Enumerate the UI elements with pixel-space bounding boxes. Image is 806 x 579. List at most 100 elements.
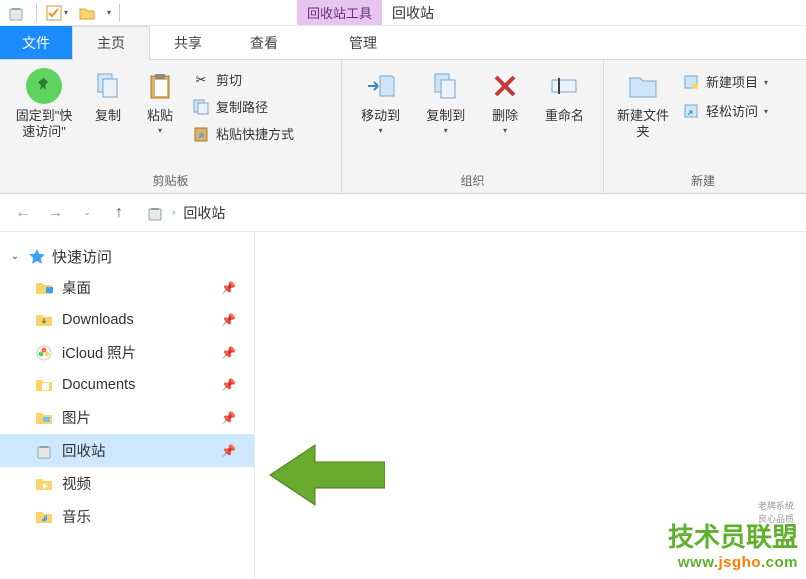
paste-shortcut-button[interactable]: 粘贴快捷方式 <box>188 122 298 145</box>
move-to-button[interactable]: 移动到 ▾ <box>350 64 411 139</box>
chevron-down-icon: ▾ <box>158 126 162 135</box>
checkbox-icon <box>46 5 62 21</box>
pin-label: 固定到"快速访问" <box>10 108 78 140</box>
pin-icon: 📌 <box>221 313 236 327</box>
chevron-down-icon: ▾ <box>503 126 507 135</box>
paste-label: 粘贴 <box>147 108 173 124</box>
quick-access-label: 快速访问 <box>52 246 112 267</box>
breadcrumb[interactable]: › 回收站 <box>146 203 225 223</box>
up-button[interactable]: ↑ <box>108 202 130 224</box>
forward-button[interactable]: → <box>44 202 66 224</box>
qat-customize-dropdown[interactable]: ▾ <box>107 8 111 17</box>
recycle-bin-icon <box>8 5 24 21</box>
chevron-down-icon: ▾ <box>764 78 768 87</box>
recent-dropdown[interactable]: ⌄ <box>76 202 98 224</box>
new-item-icon <box>683 74 699 90</box>
chevron-down-icon: ▾ <box>764 107 768 116</box>
tab-manage[interactable]: 管理 <box>325 26 401 59</box>
tab-home[interactable]: 主页 <box>72 26 150 60</box>
star-icon <box>28 248 46 266</box>
breadcrumb-location[interactable]: 回收站 <box>183 203 225 223</box>
sidebar-item-label: 回收站 <box>62 440 246 461</box>
ribbon: 固定到"快速访问" 复制 粘贴 ▾ ✂ 剪切 复制路径 <box>0 60 806 194</box>
rename-button[interactable]: 重命名 <box>534 64 595 128</box>
sidebar-item-label: Documents <box>62 377 246 393</box>
pin-icon: 📌 <box>221 444 236 458</box>
chevron-down-icon: ▾ <box>379 126 383 135</box>
sidebar-item-videos[interactable]: 视频 <box>0 467 254 500</box>
qat-properties[interactable]: ▾ <box>45 2 69 24</box>
paste-shortcut-label: 粘贴快捷方式 <box>216 124 294 143</box>
separator <box>36 4 37 22</box>
tab-share[interactable]: 共享 <box>150 26 226 59</box>
sidebar-item-desktop[interactable]: 桌面 📌 <box>0 271 254 304</box>
new-folder-button[interactable]: 新建文件夹 <box>612 64 674 144</box>
folder-icon <box>35 475 53 493</box>
rename-icon <box>550 72 578 100</box>
copy-path-button[interactable]: 复制路径 <box>188 95 298 118</box>
delete-label: 删除 <box>492 108 518 124</box>
cut-button[interactable]: ✂ 剪切 <box>188 68 298 91</box>
scissors-icon: ✂ <box>192 71 210 89</box>
sidebar-item-downloads[interactable]: Downloads 📌 <box>0 304 254 336</box>
recycle-bin-icon <box>35 442 53 460</box>
rename-label: 重命名 <box>545 108 584 124</box>
sidebar-item-pictures[interactable]: 图片 📌 <box>0 401 254 434</box>
watermark-url-part: jsgho <box>718 554 761 571</box>
chevron-down-icon: ▾ <box>444 126 448 135</box>
folder-icon <box>35 279 53 297</box>
folder-icon <box>35 409 53 427</box>
easy-access-button[interactable]: 轻松访问 ▾ <box>678 99 788 122</box>
watermark-url-part: .com <box>761 554 798 571</box>
qat-new-folder[interactable] <box>75 2 99 24</box>
watermark-url-part: www. <box>678 554 719 571</box>
chevron-down-icon[interactable]: ⌄ <box>8 251 22 262</box>
recycle-bin-icon <box>146 204 164 222</box>
back-button[interactable]: ← <box>12 202 34 224</box>
sidebar-item-music[interactable]: 音乐 <box>0 500 254 533</box>
sidebar-item-label: 音乐 <box>62 506 246 527</box>
separator <box>119 4 120 22</box>
watermark: 技术员联盟 www.jsgho.com <box>668 517 798 571</box>
pin-icon: 📌 <box>221 378 236 392</box>
ribbon-group-organize: 移动到 ▾ 复制到 ▾ 删除 ▾ 重命名 组织 <box>342 60 604 193</box>
clipboard-group-label: 剪贴板 <box>8 170 333 191</box>
sidebar-item-label: 视频 <box>62 473 246 494</box>
copy-button[interactable]: 复制 <box>84 64 132 128</box>
move-to-icon <box>366 72 396 100</box>
easy-access-label: 轻松访问 <box>706 101 758 120</box>
qat-app-icon[interactable] <box>4 2 28 24</box>
sidebar-item-icloud-photos[interactable]: iCloud 照片 📌 <box>0 336 254 369</box>
tab-view[interactable]: 查看 <box>226 26 302 59</box>
organize-group-label: 组织 <box>350 170 595 191</box>
folder-icon <box>35 376 53 394</box>
quick-access-root[interactable]: ⌄ 快速访问 <box>0 242 254 271</box>
pin-icon: 📌 <box>221 346 236 360</box>
watermark-title-text: 技术员联盟 <box>668 517 798 554</box>
delete-x-icon <box>492 73 518 99</box>
cut-label: 剪切 <box>216 70 242 89</box>
copy-to-button[interactable]: 复制到 ▾ <box>415 64 476 139</box>
icloud-photos-icon <box>35 344 53 362</box>
sidebar-item-label: 桌面 <box>62 277 246 298</box>
pin-to-quick-access-button[interactable]: 固定到"快速访问" <box>8 64 80 144</box>
copy-to-label: 复制到 <box>426 108 465 124</box>
context-tab-recyclebin-tools[interactable]: 回收站工具 <box>297 0 382 25</box>
sidebar-item-documents[interactable]: Documents 📌 <box>0 369 254 401</box>
copy-path-label: 复制路径 <box>216 97 268 116</box>
copy-path-icon <box>193 99 209 115</box>
copy-to-icon <box>431 72 461 100</box>
tab-file[interactable]: 文件 <box>0 26 72 59</box>
new-item-label: 新建项目 <box>706 72 758 91</box>
new-folder-label: 新建文件夹 <box>614 108 672 140</box>
ribbon-group-new: 新建文件夹 新建项目 ▾ 轻松访问 ▾ 新建 <box>604 60 802 193</box>
chevron-right-icon[interactable]: › <box>172 207 175 218</box>
window-title: 回收站 <box>392 3 434 23</box>
folder-icon <box>35 508 53 526</box>
sidebar-item-recycle-bin[interactable]: 回收站 📌 <box>0 434 254 467</box>
watermark-title: 技术员联盟 <box>668 517 798 554</box>
new-item-button[interactable]: 新建项目 ▾ <box>678 70 788 93</box>
paste-button[interactable]: 粘贴 ▾ <box>136 64 184 139</box>
chevron-down-icon: ▾ <box>64 8 68 17</box>
delete-button[interactable]: 删除 ▾ <box>480 64 529 139</box>
